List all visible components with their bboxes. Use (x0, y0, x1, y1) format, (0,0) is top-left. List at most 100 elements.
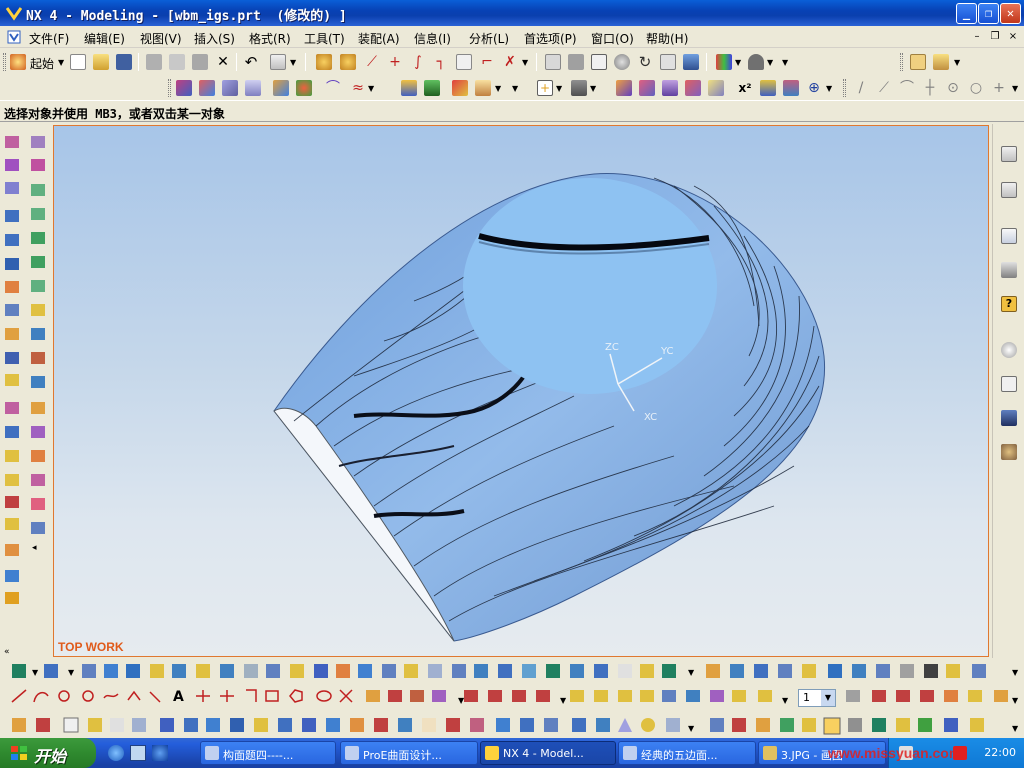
pan-icon[interactable] (660, 54, 676, 70)
curve-tools-dropdown-icon[interactable]: ▼ (1012, 84, 1018, 93)
offset-face-icon[interactable] (685, 80, 701, 96)
roles-icon[interactable] (1001, 376, 1017, 392)
menu-edit[interactable]: 编辑(E) (84, 30, 125, 47)
thicken-icon[interactable] (708, 80, 724, 96)
chamfer-icon[interactable] (662, 80, 678, 96)
restore-button[interactable]: ❐ (978, 3, 999, 24)
curve-ops-dropdown-icon[interactable]: ▼ (368, 84, 374, 93)
save-icon[interactable] (116, 54, 132, 70)
transform-icon[interactable]: x² (737, 80, 753, 96)
mdi-close-button[interactable]: × (1006, 31, 1020, 43)
unite-icon[interactable] (452, 80, 468, 96)
sewing-icon[interactable] (296, 80, 312, 96)
menu-preferences[interactable]: 首选项(P) (524, 30, 577, 47)
roles-people-icon[interactable] (1001, 444, 1017, 460)
point-set-icon[interactable]: + (991, 80, 1007, 96)
document-icon[interactable] (6, 30, 22, 44)
clock-icon[interactable] (1001, 342, 1017, 358)
toolbar-overflow-icon[interactable]: ▼ (782, 58, 788, 67)
menu-view[interactable]: 视图(V) (140, 30, 182, 47)
menu-help[interactable]: 帮助(H) (646, 30, 688, 47)
start-button[interactable]: 起始 (30, 55, 54, 72)
window-titlebar[interactable]: NX 4 - Modeling - [wbm_igs.prt (修改的) ] _… (0, 0, 1024, 26)
ie-quicklaunch-icon[interactable] (108, 745, 124, 761)
taskbar-item[interactable]: ProE曲面设计... (340, 741, 478, 765)
shade-dropdown-icon[interactable]: ▼ (767, 58, 773, 67)
edge-blend-icon[interactable] (616, 80, 632, 96)
ruled-icon[interactable] (245, 80, 261, 96)
menu-analysis[interactable]: 分析(L) (469, 30, 509, 47)
toolbar-grip[interactable] (900, 53, 903, 71)
swept-icon[interactable] (222, 80, 238, 96)
menu-insert[interactable]: 插入(S) (194, 30, 235, 47)
line2-icon[interactable]: ⟋ (876, 80, 892, 96)
spline-icon[interactable]: ∫ (410, 54, 426, 70)
instance-icon[interactable] (783, 80, 799, 96)
circle-center-icon[interactable]: ⊙ (945, 80, 961, 96)
point-icon[interactable]: ┼ (922, 80, 938, 96)
render-icon[interactable] (683, 54, 699, 70)
menu-format[interactable]: 格式(R) (249, 30, 291, 47)
face-blend-icon[interactable] (639, 80, 655, 96)
selection-icon[interactable] (270, 54, 286, 70)
toolbar-grip[interactable] (843, 79, 846, 97)
layer-select[interactable]: 1 ▼ (798, 689, 836, 707)
csys-dropdown-icon[interactable]: ▼ (556, 84, 562, 93)
color-icon[interactable] (716, 54, 732, 70)
minimize-button[interactable]: _ (956, 3, 977, 24)
trim-body-icon[interactable] (571, 80, 587, 96)
curve-icon[interactable]: ⟋ (364, 54, 380, 70)
boolean-dropdown-icon[interactable]: ▼ (495, 84, 501, 93)
rotate-icon[interactable]: ↻ (637, 54, 653, 70)
graphics-window[interactable]: ZC YC XC TOP WORK (53, 125, 989, 657)
csys-icon[interactable]: + (537, 80, 553, 96)
desktop-quicklaunch-icon[interactable] (130, 745, 146, 761)
start-menu-button[interactable]: 开始 (0, 738, 96, 768)
shade-icon[interactable] (748, 54, 764, 70)
mdi-restore-button[interactable]: ❐ (988, 31, 1002, 43)
palette-icon[interactable] (1001, 262, 1017, 278)
media-quicklaunch-icon[interactable] (152, 745, 168, 761)
through-mesh-icon[interactable] (199, 80, 215, 96)
new-file-icon[interactable] (70, 54, 86, 70)
menu-tools[interactable]: 工具(T) (304, 30, 345, 47)
menu-info[interactable]: 信息(I) (414, 30, 451, 47)
close-button[interactable]: ✕ (1000, 3, 1021, 24)
color-dropdown-icon[interactable]: ▼ (735, 58, 741, 67)
taskbar-item[interactable]: 构面题四----... (200, 741, 336, 765)
open-folder-icon[interactable] (93, 54, 109, 70)
bridge-icon[interactable]: ≈ (350, 80, 366, 96)
assembly-navigator-icon[interactable] (1001, 146, 1017, 162)
part-navigator-icon[interactable] (1001, 182, 1017, 198)
copy-icon[interactable] (169, 54, 185, 70)
cut-icon[interactable] (146, 54, 162, 70)
zoom-icon[interactable] (340, 54, 356, 70)
history-icon[interactable] (1001, 228, 1017, 244)
taskbar-item-active[interactable]: NX 4 - Model... (480, 741, 616, 765)
mdi-minimize-button[interactable]: – (970, 31, 984, 43)
sketch-icon[interactable] (456, 54, 472, 70)
subtract-icon[interactable] (475, 80, 491, 96)
edit-layer-icon[interactable] (933, 54, 949, 70)
view-fit-icon[interactable] (591, 54, 607, 70)
layer-icon[interactable] (910, 54, 926, 70)
arc-icon[interactable]: ⌒ (899, 80, 915, 96)
selection-dropdown-icon[interactable]: ▼ (290, 58, 296, 67)
menu-window[interactable]: 窗口(O) (591, 30, 634, 47)
undo-icon[interactable]: ↶ (243, 54, 259, 70)
layer-dropdown-icon[interactable]: ▼ (954, 58, 960, 67)
mirror-icon[interactable]: ⊕ (806, 80, 822, 96)
trim-dropdown-icon[interactable]: ▼ (590, 84, 596, 93)
feature-dropdown-icon[interactable]: ▼ (826, 84, 832, 93)
toolbar-grip[interactable] (168, 79, 171, 97)
trim-icon[interactable]: ⌐ (479, 54, 495, 70)
curve-dropdown-icon[interactable]: ▼ (522, 58, 528, 67)
view-grid-icon[interactable] (545, 54, 561, 70)
paste-icon[interactable] (192, 54, 208, 70)
delete-icon[interactable]: ✕ (215, 54, 231, 70)
bounded-plane-icon[interactable] (273, 80, 289, 96)
extrude-icon[interactable] (401, 80, 417, 96)
magnify-icon[interactable] (614, 54, 630, 70)
line-tool-icon[interactable]: + (387, 54, 403, 70)
corner-icon[interactable]: ┐ (433, 54, 449, 70)
